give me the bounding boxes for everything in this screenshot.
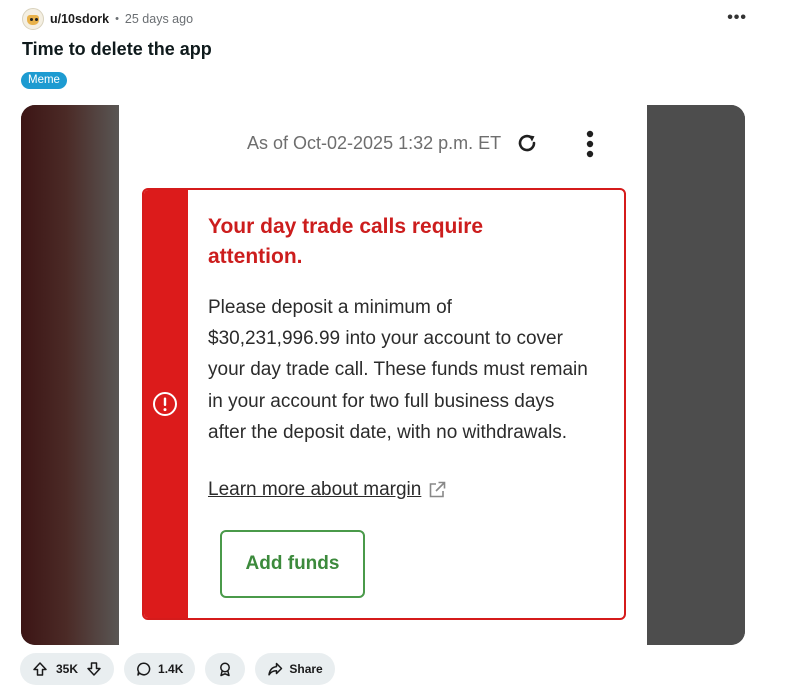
post-actions-bar: 35K 1.4K Share xyxy=(20,653,335,685)
learn-more-label: Learn more about margin xyxy=(208,479,422,500)
as-of-row: As of Oct-02-2025 1:32 p.m. ET xyxy=(247,131,539,155)
learn-more-margin-link: Learn more about margin xyxy=(208,479,447,501)
user-avatar[interactable] xyxy=(22,8,44,30)
arrow-up-icon[interactable] xyxy=(32,661,48,677)
brokerage-screenshot: As of Oct-02-2025 1:32 p.m. ET Your day … xyxy=(119,105,647,645)
post-media[interactable]: As of Oct-02-2025 1:32 p.m. ET Your day … xyxy=(21,105,745,645)
day-trade-alert: Your day trade calls require attention. … xyxy=(142,188,626,620)
post-flair[interactable]: Meme xyxy=(21,72,67,89)
meta-separator: • xyxy=(115,13,119,25)
comments-button[interactable]: 1.4K xyxy=(124,653,196,685)
share-button[interactable]: Share xyxy=(255,653,335,685)
share-label: Share xyxy=(289,662,323,676)
avatar-eye xyxy=(35,18,38,21)
author-username[interactable]: u/10sdork xyxy=(50,12,109,26)
speech-bubble-icon xyxy=(137,662,151,676)
vote-control: 35K xyxy=(20,653,115,685)
share-arrow-icon xyxy=(268,662,283,676)
post-timestamp: 25 days ago xyxy=(124,12,194,26)
vote-count: 35K xyxy=(56,662,79,676)
alert-message: Please deposit a minimum of $30,231,996.… xyxy=(208,297,588,443)
comment-count: 1.4K xyxy=(158,662,184,676)
avatar-eye xyxy=(30,18,33,21)
media-blur-left xyxy=(21,105,121,645)
arrow-down-icon[interactable] xyxy=(86,661,102,677)
post-title[interactable]: Time to delete the app xyxy=(22,39,212,60)
refresh-icon xyxy=(518,134,536,152)
award-button[interactable] xyxy=(205,653,246,685)
external-link-icon xyxy=(430,481,446,498)
as-of-timestamp: As of Oct-02-2025 1:32 p.m. ET xyxy=(247,132,502,153)
add-funds-button: Add funds xyxy=(220,530,365,598)
award-icon xyxy=(220,662,231,677)
post-header: u/10sdork • 25 days ago ••• xyxy=(22,6,759,32)
more-options-button[interactable]: ••• xyxy=(727,9,747,27)
exclamation-circle-icon xyxy=(153,392,177,416)
alert-heading: Your day trade calls require attention. xyxy=(208,215,484,268)
vertical-dots-icon xyxy=(586,130,594,158)
media-blur-right xyxy=(647,105,745,645)
